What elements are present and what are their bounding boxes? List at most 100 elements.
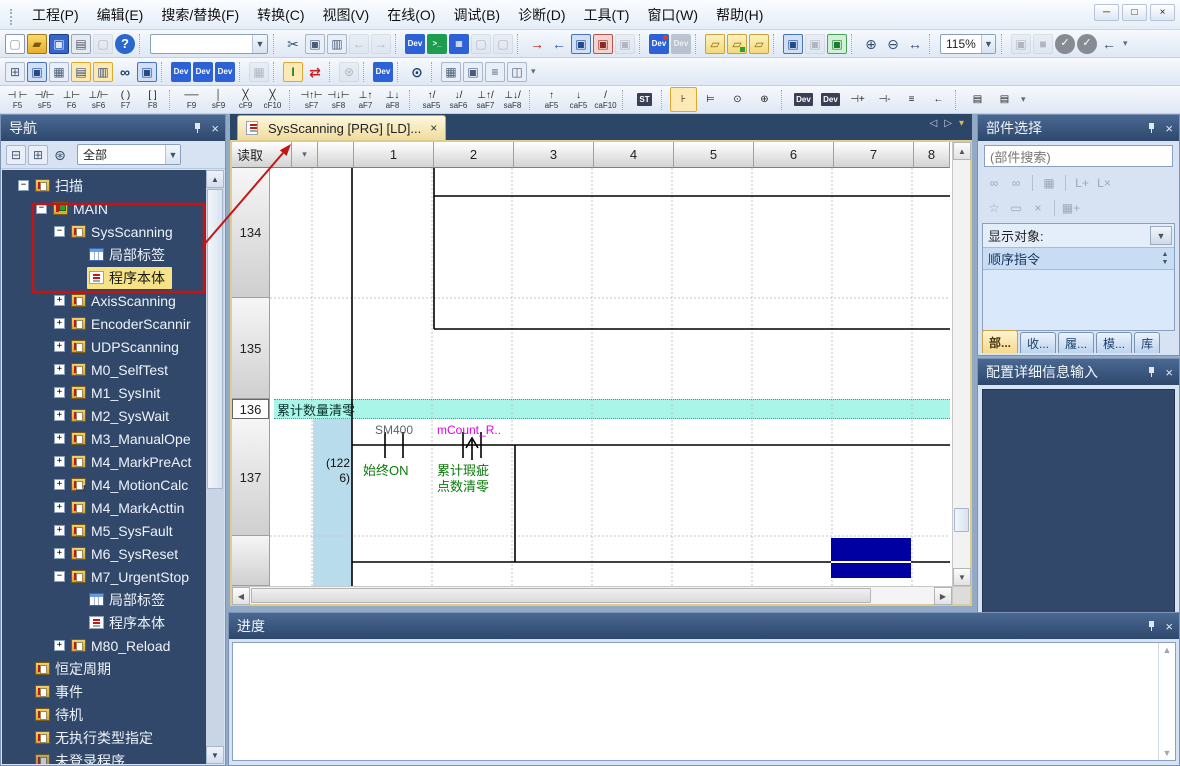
expand-icon[interactable]: + [54, 295, 65, 306]
parameter-verify-icon[interactable]: ▱ [727, 34, 747, 54]
project-data-combo[interactable]: ▼ [150, 34, 268, 54]
project-tree-icon[interactable]: ⊞ [5, 62, 25, 82]
copy-icon[interactable]: ▣ [305, 34, 325, 54]
sidebar-item-局部标签[interactable]: 局部标签 [2, 243, 224, 266]
ladder-tool-sF9-icon[interactable]: │sF9 [205, 87, 232, 112]
expand-icon[interactable]: + [54, 318, 65, 329]
sidebar-item-UDPScanning[interactable]: +UDPScanning [2, 335, 224, 358]
pin-icon[interactable] [1147, 122, 1156, 134]
toolbar-overflow-icon[interactable]: ▾ [1021, 94, 1026, 105]
device-k-icon[interactable]: Dev [171, 62, 191, 82]
collapse-icon[interactable]: − [18, 180, 29, 191]
ladder-tool-aF7-icon[interactable]: ⊥↑aF7 [352, 87, 379, 112]
sidebar-item-M4_MarkPreAct[interactable]: +M4_MarkPreAct [2, 450, 224, 473]
device-label-mcount[interactable]: mCount_R.. [437, 423, 521, 437]
search-window-icon[interactable]: ▣ [137, 62, 157, 82]
sidebar-item-M3_ManualOpe[interactable]: +M3_ManualOpe [2, 427, 224, 450]
zoom-fit-icon[interactable]: ↔ [905, 34, 925, 54]
device-comment-icon[interactable]: Dev [405, 34, 425, 54]
close-icon[interactable]: × [1165, 122, 1173, 135]
ladder-tool-cF9-icon[interactable]: ╳cF9 [232, 87, 259, 112]
search-binoculars-icon[interactable]: ∞ [115, 62, 135, 82]
tab-list-icon[interactable]: ▾ [959, 118, 964, 129]
sidebar-item-事件[interactable]: 事件 [2, 680, 224, 703]
scroll-up-icon[interactable]: ▲ [1163, 645, 1172, 655]
paste-icon[interactable]: ▥ [327, 34, 347, 54]
menu-item-4[interactable]: 转换(C) [248, 2, 313, 28]
display-profile-icon[interactable]: ◫ [507, 62, 527, 82]
expand-icon[interactable]: + [54, 525, 65, 536]
menu-item-8[interactable]: 诊断(D) [509, 2, 574, 28]
sidebar-item-M4_MotionCalc[interactable]: +STM4_MotionCalc [2, 473, 224, 496]
ladder-tool-saF5-icon[interactable]: ↑/saF5 [418, 87, 445, 112]
ladder-tool-cF10-icon[interactable]: ╳cF10 [259, 87, 286, 112]
ladder-tool-x40-icon[interactable]: ▤ [964, 87, 991, 112]
scrollbar-thumb[interactable] [207, 189, 223, 489]
monitor-window-icon[interactable]: ▣ [783, 34, 803, 54]
spinner-icon[interactable]: ▲▼ [1158, 250, 1172, 267]
ladder-tool-saF8-icon[interactable]: ⊥↓/saF8 [499, 87, 526, 112]
unit-config-icon[interactable]: ▦ [49, 62, 69, 82]
parts-tab-5[interactable]: 库 [1134, 332, 1160, 353]
io-check-icon[interactable]: ⇄ [305, 62, 325, 82]
gear-icon[interactable]: ⊛ [50, 145, 70, 165]
parts-tab-2[interactable]: 收... [1020, 332, 1056, 353]
ladder-tool-x38-icon[interactable]: ← [925, 87, 952, 112]
scroll-up-icon[interactable]: ▲ [206, 170, 224, 188]
ladder-options-dropdown[interactable]: ▾ [292, 142, 318, 168]
ladder-tool-sF6-icon[interactable]: ⊥/⊢sF6 [85, 87, 112, 112]
menu-item-3[interactable]: 搜索/替换(F) [152, 2, 248, 28]
write-to-plc-icon[interactable]: → [527, 34, 547, 54]
monitor-search-icon[interactable]: ▣ [571, 34, 591, 54]
expand-icon[interactable]: + [54, 548, 65, 559]
expand-icon[interactable]: + [54, 410, 65, 421]
ladder-tool-x37-icon[interactable]: ≡ [898, 87, 925, 112]
sidebar-item-恒定周期[interactable]: 恒定周期 [2, 657, 224, 680]
ladder-tool-aF5-icon[interactable]: ↑aF5 [538, 87, 565, 112]
scroll-down-icon[interactable]: ▼ [1163, 748, 1172, 758]
menu-item-10[interactable]: 窗口(W) [638, 2, 707, 28]
ladder-tool-F7-icon[interactable]: ( )F7 [112, 87, 139, 112]
sidebar-item-SysScanning[interactable]: −SysScanning [2, 220, 224, 243]
sidebar-item-M5_SysFault[interactable]: +M5_SysFault [2, 519, 224, 542]
expand-icon[interactable]: + [54, 341, 65, 352]
device-batch-icon[interactable]: Dev [215, 62, 235, 82]
expand-icon[interactable]: + [54, 479, 65, 490]
sidebar-item-AxisScanning[interactable]: +AxisScanning [2, 289, 224, 312]
row-number-137[interactable]: 137 [232, 419, 269, 536]
tree-collapse-all-icon[interactable]: ⊞ [28, 145, 48, 165]
scrollbar-thumb[interactable] [954, 508, 969, 532]
close-icon[interactable]: × [211, 122, 219, 135]
scroll-down-icon[interactable]: ▼ [953, 568, 971, 586]
ladder-tool-x31-icon[interactable]: ⊕ [751, 87, 778, 112]
row-number-136[interactable]: 136 [232, 399, 269, 419]
monitor-stop-icon[interactable]: ▣ [593, 34, 613, 54]
menu-item-2[interactable]: 编辑(E) [88, 2, 153, 28]
ladder-tool-saF7-icon[interactable]: ⊥↑/saF7 [472, 87, 499, 112]
sidebar-item-M1_SysInit[interactable]: +M1_SysInit [2, 381, 224, 404]
collapse-icon[interactable]: − [54, 571, 65, 582]
open-project-icon[interactable]: ▰ [27, 34, 47, 54]
parts-tab-4[interactable]: 模... [1096, 332, 1132, 353]
expand-icon[interactable]: + [54, 387, 65, 398]
ladder-tool-F9-icon[interactable]: ──F9 [178, 87, 205, 112]
instruction-type-row[interactable]: 顺序指令 ▲▼ [983, 248, 1174, 270]
edit-mode-icon[interactable]: I [283, 62, 303, 82]
toolbar-overflow-icon[interactable]: ▾ [1123, 38, 1128, 49]
monitor-write-icon[interactable]: ▣ [827, 34, 847, 54]
scroll-down-icon[interactable]: ▼ [206, 746, 224, 764]
menu-item-1[interactable]: 工程(P) [23, 2, 88, 28]
pin-icon[interactable] [1147, 620, 1156, 632]
zoom-combo[interactable]: 115%▼ [940, 34, 996, 54]
display-window-icon[interactable]: ▣ [463, 62, 483, 82]
watch-window-icon[interactable]: ▥ [93, 62, 113, 82]
sidebar-item-扫描[interactable]: −扫描 [2, 174, 224, 197]
chevron-down-icon[interactable]: ▼ [165, 145, 180, 164]
expand-icon[interactable]: + [54, 640, 65, 651]
menu-gripper[interactable] [10, 9, 15, 25]
program-check-icon[interactable]: ✓ [1055, 34, 1075, 54]
help-icon[interactable]: ? [115, 34, 135, 54]
pin-icon[interactable] [193, 122, 202, 134]
chevron-down-icon[interactable]: ▼ [252, 35, 267, 53]
row-number-blank[interactable] [232, 536, 269, 586]
